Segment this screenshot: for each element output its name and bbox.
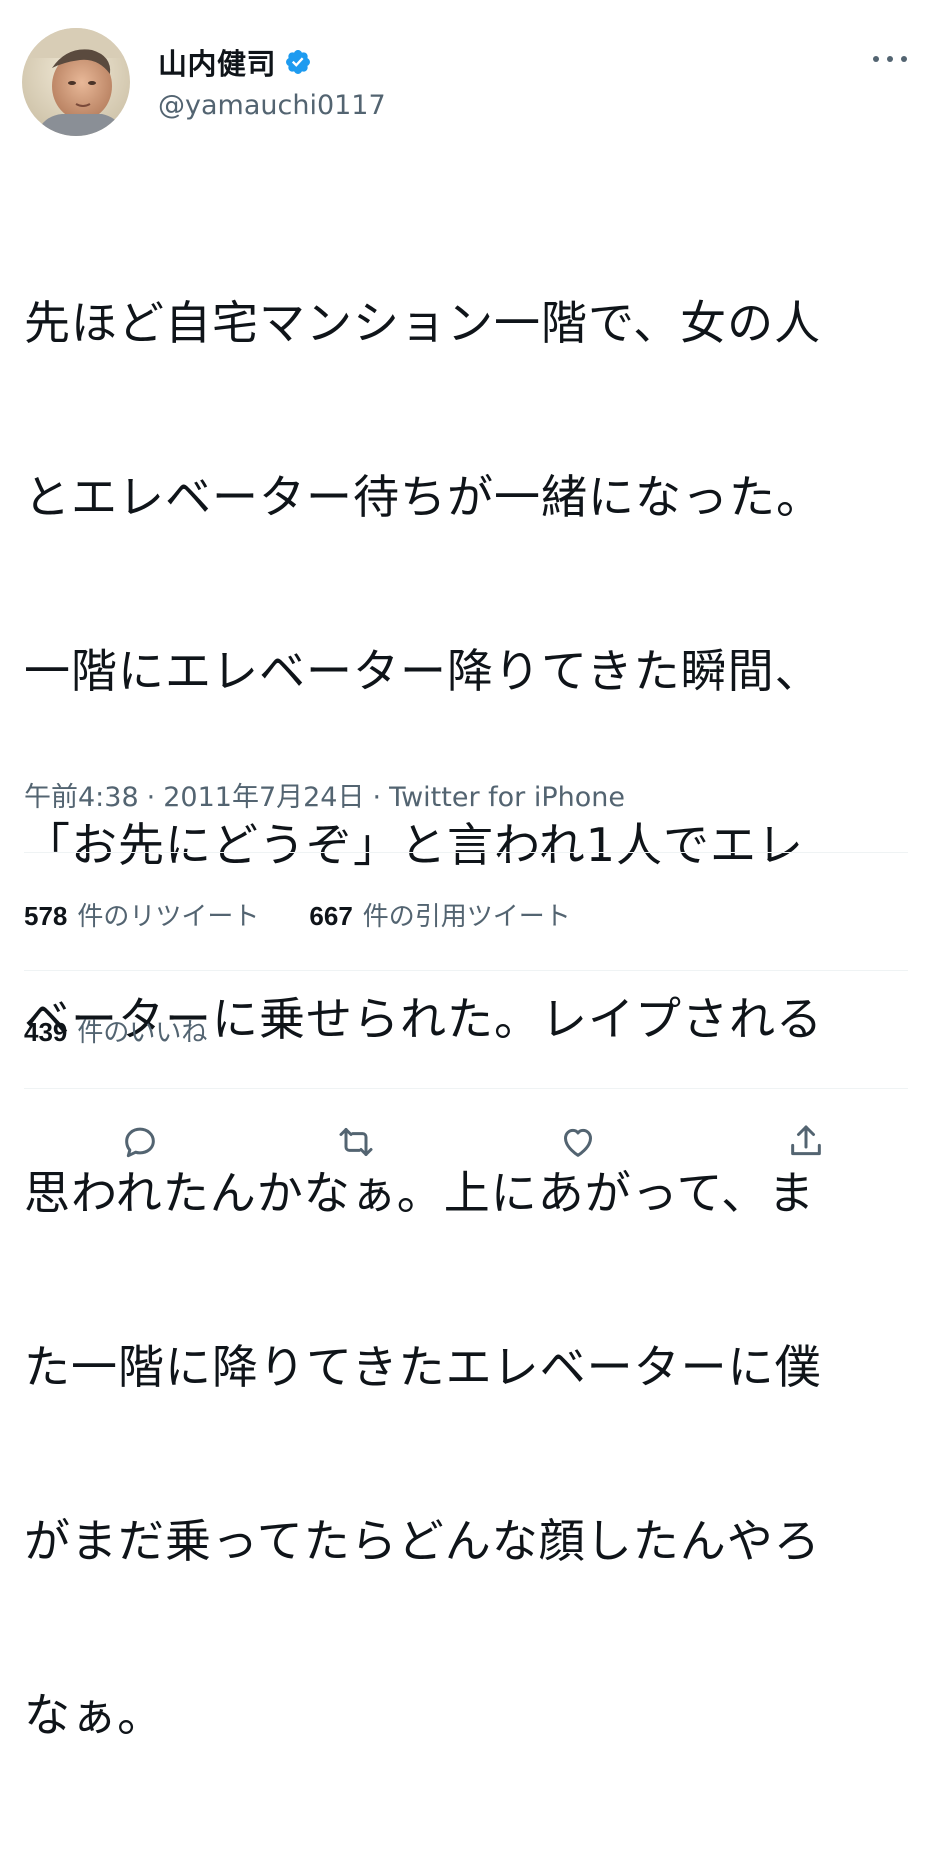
tweet-text-line: とエレベーター待ちが一緒になった。	[24, 470, 823, 524]
more-icon[interactable]	[870, 46, 910, 70]
tweet-source[interactable]: Twitter for iPhone	[389, 782, 625, 813]
likes-stat[interactable]: 439 件のいいね	[24, 1012, 207, 1049]
tweet-text-line: がまだ乗ってたらどんな顔したんやろ	[24, 1514, 821, 1568]
quotes-count: 667	[309, 901, 353, 931]
avatar-image	[22, 28, 130, 136]
tweet-text-line: 一階にエレベーター降りてきた瞬間、	[24, 644, 822, 698]
divider	[24, 970, 908, 971]
tweet-date[interactable]: 2011年7月24日	[163, 782, 364, 813]
tweet: 山内健司 @yamauchi0117 先ほど自宅マンション一階で、女の人 とエレ…	[0, 0, 932, 1742]
author-name[interactable]: 山内健司	[158, 41, 276, 83]
stats-row-retweets: 578 件のリツイート 667 件の引用ツイート	[24, 896, 621, 933]
meta-separator: ·	[372, 782, 382, 813]
retweets-stat[interactable]: 578 件のリツイート	[24, 896, 259, 933]
author-handle[interactable]: @yamauchi0117	[158, 90, 386, 121]
retweets-count: 578	[24, 901, 68, 931]
retweets-label: 件のリツイート	[77, 902, 260, 932]
divider	[24, 852, 908, 853]
quotes-stat[interactable]: 667 件の引用ツイート	[309, 896, 570, 933]
tweet-time[interactable]: 午前4:38	[24, 782, 139, 813]
reply-icon[interactable]	[118, 1120, 162, 1164]
action-bar	[0, 1112, 932, 1172]
likes-label: 件のいいね	[77, 1018, 208, 1048]
tweet-text-line: 先ほど自宅マンション一階で、女の人	[24, 296, 822, 350]
tweet-text-line: た一階に降りてきたエレベーターに僕	[24, 1340, 822, 1394]
tweet-text-line: 「お先にどうぞ」と言われ1人でエレ	[24, 818, 804, 872]
author-name-row[interactable]: 山内健司	[158, 41, 312, 83]
heart-icon[interactable]	[556, 1120, 600, 1164]
meta-separator: ·	[146, 782, 156, 813]
tweet-meta: 午前4:38 · 2011年7月24日 · Twitter for iPhone	[24, 775, 625, 814]
likes-count: 439	[24, 1017, 68, 1047]
retweet-icon[interactable]	[334, 1120, 378, 1164]
verified-badge-icon	[284, 48, 312, 76]
share-icon[interactable]	[784, 1120, 828, 1164]
avatar[interactable]	[22, 28, 130, 136]
divider	[24, 1088, 908, 1089]
stats-row-likes: 439 件のいいね	[24, 1012, 257, 1049]
tweet-text-line: 思われたんかなぁ。上にあがって、ま	[24, 1166, 816, 1220]
quotes-label: 件の引用ツイート	[362, 902, 571, 932]
tweet-text-line: なぁ。	[24, 1688, 165, 1742]
